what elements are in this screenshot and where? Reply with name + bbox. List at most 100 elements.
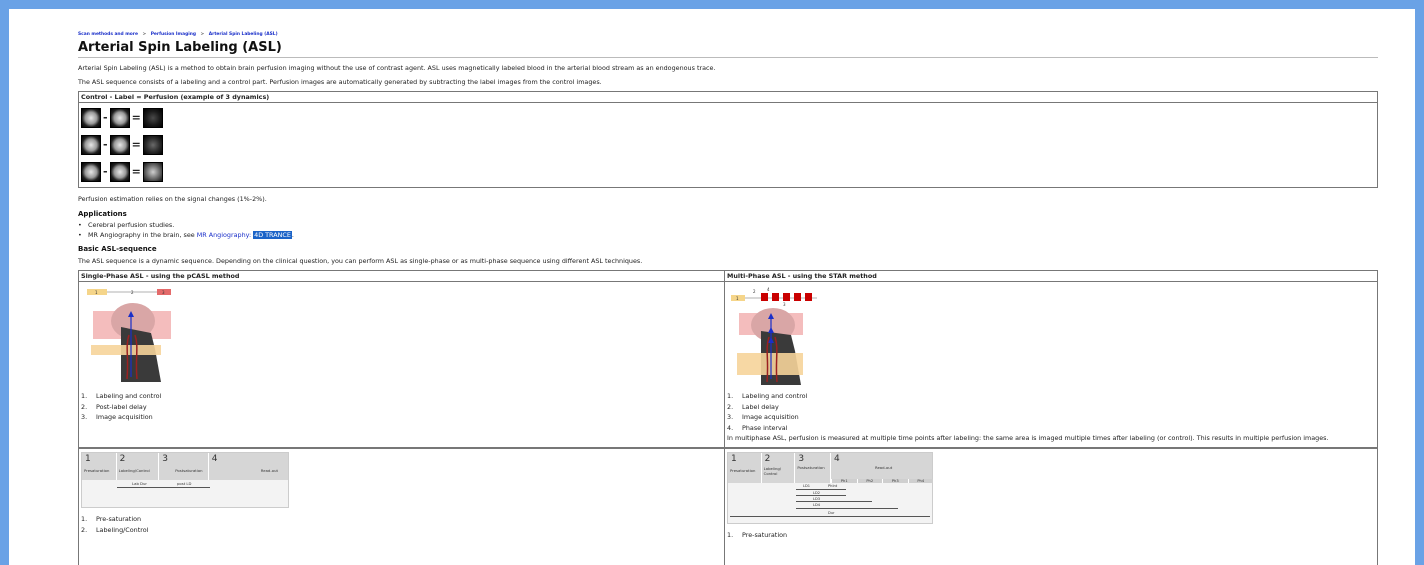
- list-item: 1. Pre-saturation: [727, 531, 788, 539]
- multi-phase-note: In multiphase ASL, perfusion is measured…: [727, 434, 1329, 443]
- step-label: Labeling and control: [742, 392, 808, 400]
- star-head-diagram: 1 2 4 3: [731, 287, 817, 385]
- timing-segment: 2 Labeling/ Control: [762, 453, 796, 483]
- breadcrumb-item-asl[interactable]: Arterial Spin Labeling (ASL): [209, 32, 278, 37]
- timing-segment: 4 Read-out Ph1 Ph2 Ph3 Ph4: [831, 453, 933, 483]
- list-item: 1. Labeling and control: [727, 392, 808, 400]
- post-ld-label: post LD: [177, 481, 192, 486]
- ld1-label: LD1: [803, 484, 811, 488]
- timing-segment: 3 Postsaturation: [795, 453, 831, 483]
- equals-sign: =: [131, 165, 141, 178]
- control-image: [81, 134, 101, 155]
- step-label: Phase interval: [742, 423, 788, 432]
- ld2-label: LD2: [813, 491, 821, 495]
- step-label: Labeling and control: [96, 392, 162, 400]
- ld4-label: LD4: [813, 503, 821, 507]
- application-perfusion: Cerebral perfusion studies.: [88, 221, 175, 229]
- multi-phase-steps: 1. Labeling and control 2. Label delay 3. I…: [727, 391, 1375, 433]
- ld3-label: LD3: [813, 497, 821, 501]
- list-item: 4. Phase interval: [727, 423, 788, 432]
- control-image: [81, 161, 101, 182]
- readout-block: [794, 293, 801, 301]
- readout-block: [772, 293, 779, 301]
- minus-sign: -: [103, 111, 108, 124]
- basic-asl-heading: Basic ASL-sequence: [78, 245, 157, 253]
- labeling-plane: [737, 353, 803, 375]
- single-phase-steps: 1. Labeling and control 2. Post-label dela…: [81, 391, 722, 423]
- step-4-label: 4: [767, 287, 770, 292]
- list-item: Cerebral perfusion studies.: [78, 220, 1378, 230]
- label-image: [109, 134, 130, 155]
- star-timing-diagram: 1 Presaturation 2 Labeling/ Control 3 Po…: [727, 452, 933, 524]
- page-title: Arterial Spin Labeling (ASL): [78, 40, 1378, 58]
- application-angiography-suffix: .: [291, 231, 294, 239]
- applications-list: Cerebral perfusion studies. MR Angiograp…: [78, 220, 1378, 240]
- breadcrumb-separator: >: [142, 32, 147, 37]
- basic-asl-text: The ASL sequence is a dynamic sequence. …: [78, 257, 643, 265]
- perfusion-note: Perfusion estimation relies on the signa…: [78, 195, 267, 203]
- intro-paragraph-1: Arterial Spin Labeling (ASL) is a method…: [78, 64, 716, 72]
- timing-segment: 1 Presaturation: [728, 453, 762, 483]
- step-label: Image acquisition: [96, 413, 153, 422]
- step-2-label: 2: [131, 290, 134, 295]
- intro-paragraph-2: The ASL sequence consists of a labeling …: [78, 78, 602, 86]
- multi-phase-header: Multi-Phase ASL - using the STAR method: [724, 270, 1378, 282]
- equals-sign: =: [131, 138, 141, 151]
- pcasl-timing-diagram: 1 Presaturation 2 Labeling/Control 3 Pos…: [81, 452, 289, 508]
- list-item: 2. Label delay: [727, 402, 779, 411]
- list-item: 2. Labeling/Control: [81, 525, 149, 534]
- control-image: [81, 107, 101, 128]
- application-angiography-prefix: MR Angiography in the brain, see: [88, 231, 197, 239]
- multi-timing-cell: 1 Presaturation 2 Labeling/ Control 3 Po…: [724, 448, 1378, 565]
- minus-sign: -: [103, 165, 108, 178]
- list-item: 1. Pre-saturation: [81, 515, 142, 523]
- list-item: 1. Labeling and control: [81, 392, 162, 400]
- 4d-link[interactable]: 4D: [253, 231, 265, 239]
- timing-segment: 2 Labeling/Control: [117, 453, 160, 480]
- single-timing-steps: 1. Pre-saturation 2. Labeling/Control: [81, 514, 722, 535]
- breadcrumb-separator: >: [200, 32, 205, 37]
- step-label: Labeling/Control: [96, 525, 149, 534]
- minus-sign: -: [103, 138, 108, 151]
- multi-phase-cell: 1 2 4 3 1. Labeling and control 2. Label…: [724, 281, 1378, 448]
- dynamic-row-1: - =: [81, 104, 1375, 131]
- perfusion-image: [142, 107, 163, 128]
- labeling-plane: [91, 345, 161, 355]
- step-3-label: 3: [783, 302, 786, 307]
- dynamic-row-2: - =: [81, 131, 1375, 158]
- trance-link[interactable]: TRANCE: [264, 231, 292, 239]
- breadcrumb-item-scan-methods[interactable]: Scan methods and more: [78, 32, 138, 37]
- pcasl-head-diagram: 1 2 3: [87, 289, 171, 382]
- list-item: 3. Image acquisition: [727, 413, 799, 422]
- control-label-header: Control - Label = Perfusion (example of …: [78, 91, 1378, 103]
- single-timing-cell: 1 Presaturation 2 Labeling/Control 3 Pos…: [78, 448, 725, 565]
- breadcrumb: Scan methods and more > Perfusion Imagin…: [78, 32, 1378, 37]
- step-label: Label delay: [742, 402, 779, 411]
- multi-timing-steps: 1. Pre-saturation: [727, 530, 1375, 541]
- timing-segment: 3 Postsaturation: [159, 453, 209, 480]
- lab-dur-label: Lab Dur: [132, 481, 147, 486]
- asl-methods-table: Single-Phase ASL - using the pCASL metho…: [78, 270, 1378, 448]
- step-label: Pre-saturation: [96, 515, 142, 523]
- dur-label: Dur: [828, 511, 835, 515]
- readout-block: [761, 293, 768, 301]
- timing-segment: 1 Presaturation: [82, 453, 117, 480]
- control-label-table: Control - Label = Perfusion (example of …: [78, 91, 1378, 188]
- readout-block: [783, 293, 790, 301]
- control-label-images: - = - = - =: [78, 102, 1378, 188]
- mr-angiography-link[interactable]: MR Angiography:: [197, 231, 251, 239]
- equals-sign: =: [131, 111, 141, 124]
- dynamic-row-3: - =: [81, 158, 1375, 185]
- breadcrumb-item-perfusion[interactable]: Perfusion Imaging: [151, 32, 196, 37]
- article: Scan methods and more > Perfusion Imagin…: [78, 29, 1378, 565]
- browser-content: Scan methods and more > Perfusion Imagin…: [9, 9, 1415, 565]
- single-phase-header: Single-Phase ASL - using the pCASL metho…: [78, 270, 725, 282]
- step-label: Image acquisition: [742, 413, 799, 422]
- list-item: 3. Image acquisition: [81, 413, 153, 422]
- applications-heading: Applications: [78, 210, 127, 218]
- timing-table: 1 Presaturation 2 Labeling/Control 3 Pos…: [78, 448, 1378, 565]
- timing-segment: 4 Read-out: [211, 454, 278, 473]
- label-image: [109, 107, 130, 128]
- readout-block: [805, 293, 812, 301]
- list-item: MR Angiography in the brain, see MR Angi…: [78, 230, 1378, 240]
